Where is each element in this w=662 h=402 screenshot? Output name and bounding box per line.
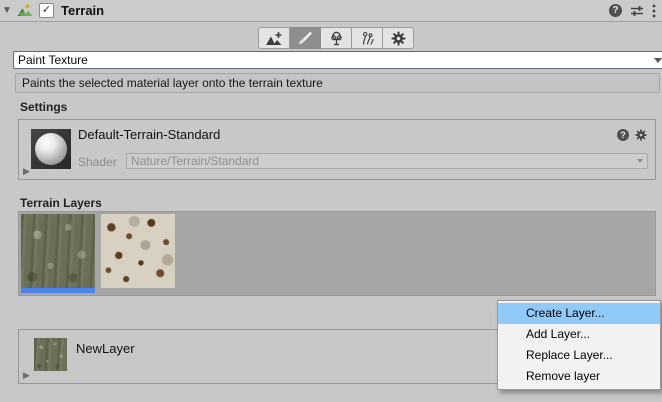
shader-dropdown-value: Nature/Terrain/Standard — [131, 154, 259, 168]
terrain-inspector: ▼ ✓ Terrain ? — [0, 0, 662, 402]
gravel-texture-thumbnail[interactable] — [101, 214, 175, 288]
new-layer-name: NewLayer — [76, 341, 135, 356]
terrain-settings-icon — [391, 31, 406, 46]
terrain-tool-toolbar — [258, 27, 414, 49]
component-header: ▼ ✓ Terrain ? — [0, 0, 662, 22]
create-neighbor-terrains-button[interactable] — [258, 27, 290, 49]
terrain-layers-section-label: Terrain Layers — [20, 196, 102, 210]
paint-details-button[interactable] — [352, 27, 383, 49]
paint-tool-dropdown-value: Paint Texture — [18, 53, 88, 67]
chevron-down-icon — [637, 159, 643, 163]
foldout-arrow-icon[interactable]: ▼ — [0, 6, 14, 16]
presets-icon[interactable] — [630, 4, 644, 18]
help-icon[interactable]: ? — [609, 4, 622, 17]
material-name: Default-Terrain-Standard — [78, 127, 220, 142]
menu-item-add-layer[interactable]: Add Layer... — [498, 324, 660, 345]
new-layer-thumbnail[interactable] — [34, 338, 67, 371]
material-help-icon[interactable]: ? — [617, 129, 629, 141]
paint-tool-dropdown[interactable]: Paint Texture — [13, 51, 662, 69]
menu-item-remove-layer[interactable]: Remove layer — [498, 366, 660, 387]
material-gear-icon[interactable] — [635, 129, 647, 141]
terrain-layers-palette[interactable] — [18, 211, 656, 296]
tool-help-text: Paints the selected material layer onto … — [22, 76, 323, 90]
menu-item-create-layer[interactable]: Create Layer... — [498, 303, 660, 324]
terrain-layer-gravel[interactable] — [101, 214, 175, 288]
more-menu-icon[interactable] — [652, 4, 656, 18]
tool-help-box: Paints the selected material layer onto … — [15, 73, 660, 93]
paint-details-icon — [360, 31, 375, 46]
component-title: Terrain — [61, 3, 104, 18]
shader-dropdown[interactable]: Nature/Terrain/Standard — [126, 153, 648, 169]
material-editor: Default-Terrain-Standard ? — [18, 119, 656, 180]
check-icon: ✓ — [42, 5, 51, 16]
paint-trees-icon — [329, 31, 344, 46]
layer-context-menu: Create Layer... Add Layer... Replace Lay… — [497, 300, 661, 390]
material-sphere-icon — [35, 133, 67, 165]
shader-label: Shader — [78, 155, 117, 169]
terrain-settings-button[interactable] — [383, 27, 414, 49]
paint-terrain-icon — [297, 30, 313, 46]
grass-texture-thumbnail[interactable] — [21, 214, 95, 288]
paint-trees-button[interactable] — [321, 27, 352, 49]
menu-item-replace-layer[interactable]: Replace Layer... — [498, 345, 660, 366]
material-preview[interactable] — [31, 129, 71, 169]
material-foldout-icon[interactable]: ▶ — [23, 166, 30, 177]
terrain-icon — [16, 3, 33, 19]
settings-section-label: Settings — [20, 100, 67, 114]
selected-layer-indicator — [21, 288, 95, 293]
paint-terrain-button[interactable] — [290, 27, 321, 49]
create-neighbor-terrains-icon — [265, 31, 283, 46]
material-header-actions: ? — [617, 129, 647, 141]
enabled-checkbox[interactable]: ✓ — [39, 3, 54, 18]
header-actions: ? — [609, 0, 656, 21]
new-layer-foldout-icon[interactable]: ▶ — [23, 370, 30, 381]
chevron-down-icon — [654, 58, 662, 63]
terrain-layer-grass[interactable] — [21, 214, 95, 293]
